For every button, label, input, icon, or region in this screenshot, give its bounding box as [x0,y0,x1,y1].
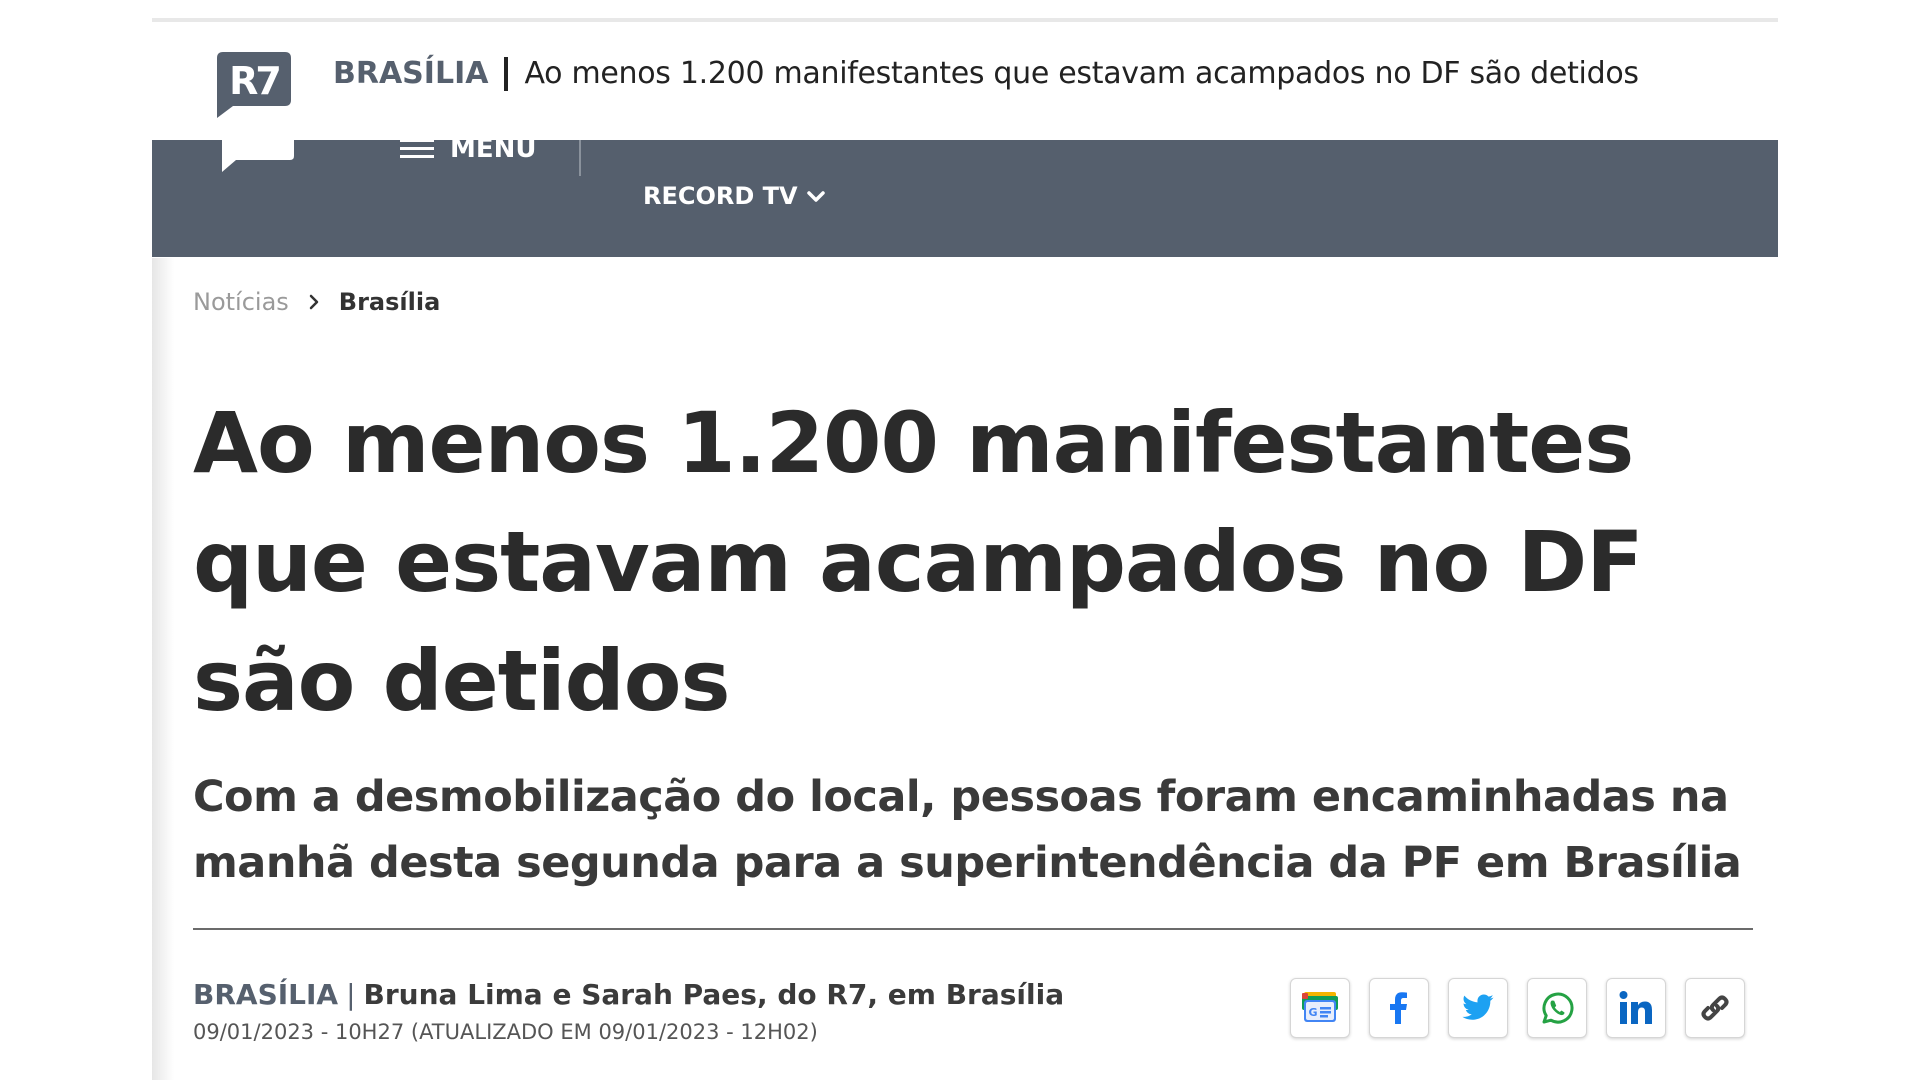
byline-separator: | [346,978,356,1011]
r7-logo-icon[interactable]: R7 [213,48,293,118]
nav-divider [579,140,581,176]
sticky-section[interactable]: BRASÍLIA [333,56,488,91]
article-subtitle: Com a desmobilização do local, pessoas f… [193,772,1742,888]
linkedin-icon [1619,991,1652,1024]
byline-authors: Bruna Lima e Sarah Paes, do R7, em Brasí… [363,978,1065,1011]
facebook-icon [1390,992,1407,1024]
google-news-icon: G [1302,992,1338,1022]
record-tv-label: RECORD TV [643,182,798,210]
breadcrumb: Notícias Brasília [193,288,440,316]
record-tv-dropdown[interactable]: RECORD TV [643,182,826,210]
link-icon [1701,995,1729,1021]
menu-label: MENU [450,140,537,164]
logo-text: R7 [229,59,279,103]
share-facebook-button[interactable] [1369,978,1429,1038]
svg-text:G: G [1308,1006,1317,1019]
share-linkedin-button[interactable] [1606,978,1666,1038]
whatsapp-icon [1542,992,1574,1024]
chevron-down-icon [806,191,825,202]
r7-logo-icon[interactable] [216,140,296,174]
sticky-separator [504,56,509,91]
divider [193,928,1753,930]
share-google-news-button[interactable]: G [1290,978,1350,1038]
sticky-headline: Ao menos 1.200 manifestantes que estavam… [524,56,1639,91]
byline-section[interactable]: BRASÍLIA [193,978,338,1011]
share-twitter-button[interactable] [1448,978,1508,1038]
share-bar: G [1290,978,1745,1038]
page: MENU RECORD TV R7 BRASÍLIA Ao menos 1.20… [0,0,1920,1080]
share-whatsapp-button[interactable] [1527,978,1587,1038]
sticky-title: BRASÍLIA Ao menos 1.200 manifestantes qu… [333,56,1639,91]
copy-link-button[interactable] [1685,978,1745,1038]
breadcrumb-item-noticias[interactable]: Notícias [193,288,289,316]
twitter-icon [1462,994,1494,1020]
main-navbar: MENU RECORD TV [152,140,1778,257]
byline: BRASÍLIA | Bruna Lima e Sarah Paes, do R7,… [193,978,1064,1011]
article-dateline: 09/01/2023 - 10H27 (ATUALIZADO EM 09/01/… [193,1020,818,1044]
breadcrumb-item-brasilia[interactable]: Brasília [339,288,440,316]
left-shadow [152,258,174,1080]
hamburger-icon [400,140,434,159]
menu-button[interactable]: MENU [400,140,537,164]
chevron-right-icon [309,294,319,310]
article-title: Ao menos 1.200 manifestantes que estavam… [193,394,1644,730]
